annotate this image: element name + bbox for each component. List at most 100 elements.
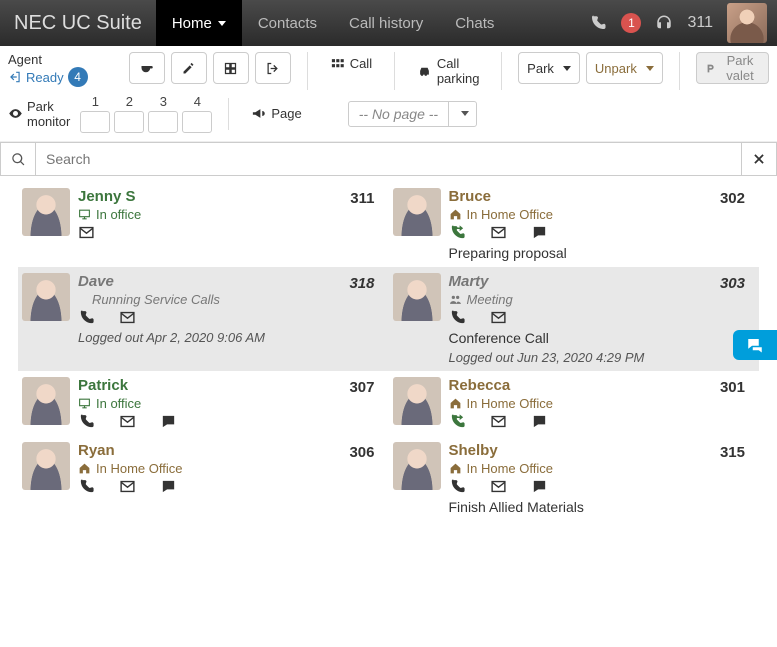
phone-green-icon[interactable] bbox=[449, 224, 466, 241]
contact-name: Ryan bbox=[78, 442, 385, 459]
presence-note: Running Service Calls bbox=[78, 292, 385, 307]
contact-card[interactable]: Dave Running Service Calls Logged out Apr … bbox=[18, 267, 389, 371]
user-avatar[interactable] bbox=[727, 3, 767, 43]
call-parking-label: Callparking bbox=[437, 56, 480, 86]
search-icon bbox=[11, 152, 26, 167]
phone-icon[interactable] bbox=[78, 413, 95, 430]
contact-name: Shelby bbox=[449, 442, 756, 459]
contact-card[interactable]: RebeccaIn Home Office301 bbox=[389, 371, 760, 436]
chat-icon[interactable] bbox=[531, 478, 548, 495]
presence: In office bbox=[78, 396, 385, 411]
phone-icon[interactable] bbox=[449, 478, 466, 495]
nav-contacts[interactable]: Contacts bbox=[242, 0, 333, 46]
park-button[interactable]: Park bbox=[518, 52, 580, 84]
envelope-icon[interactable] bbox=[78, 224, 95, 241]
unpark-button[interactable]: Unpark bbox=[586, 52, 663, 84]
phone-icon[interactable] bbox=[589, 14, 607, 32]
presence: In Home Office bbox=[78, 461, 385, 476]
contact-card[interactable]: RyanIn Home Office306 bbox=[18, 436, 389, 521]
contact-card[interactable]: MartyMeetingConference CallLogged out Ju… bbox=[389, 267, 760, 371]
contact-avatar bbox=[22, 273, 70, 321]
envelope-icon[interactable] bbox=[119, 413, 136, 430]
contact-ext: 307 bbox=[349, 379, 374, 396]
contact-name: Dave bbox=[78, 273, 385, 290]
park-slot-number: 3 bbox=[160, 94, 167, 109]
coffee-icon bbox=[139, 61, 154, 76]
agent-label: Agent bbox=[8, 52, 88, 67]
contact-ext: 311 bbox=[350, 190, 374, 207]
park-slot[interactable] bbox=[114, 111, 144, 133]
contact-card[interactable]: BruceIn Home OfficePreparing proposal302 bbox=[389, 182, 760, 267]
contact-avatar bbox=[393, 188, 441, 236]
nav-call-history[interactable]: Call history bbox=[333, 0, 439, 46]
call-parking-button[interactable]: Callparking bbox=[411, 52, 486, 90]
grid-button[interactable] bbox=[213, 52, 249, 84]
park-slot[interactable] bbox=[182, 111, 212, 133]
logout-icon bbox=[265, 61, 280, 76]
park-slot[interactable] bbox=[148, 111, 178, 133]
contact-note: Conference Call bbox=[449, 330, 756, 346]
park-slot[interactable] bbox=[80, 111, 110, 133]
chat-icon[interactable] bbox=[160, 413, 177, 430]
envelope-icon[interactable] bbox=[490, 224, 507, 241]
floating-chat-button[interactable] bbox=[733, 330, 777, 360]
agent-ready-count: 4 bbox=[68, 67, 88, 87]
x-icon bbox=[752, 152, 766, 166]
phone-icon[interactable] bbox=[78, 478, 95, 495]
contact-avatar bbox=[393, 377, 441, 425]
app-brand: NEC UC Suite bbox=[0, 12, 156, 35]
chat-icon[interactable] bbox=[531, 224, 548, 241]
page-select[interactable]: -- No page -- bbox=[348, 101, 477, 127]
envelope-icon[interactable] bbox=[490, 309, 507, 326]
contact-ext: 303 bbox=[720, 275, 745, 292]
contact-avatar bbox=[393, 442, 441, 490]
login-icon bbox=[8, 70, 22, 84]
megaphone-icon bbox=[251, 106, 266, 121]
park-valet-button[interactable]: Park valet bbox=[696, 52, 769, 84]
car-icon bbox=[417, 64, 432, 79]
contact-note: Finish Allied Materials bbox=[449, 499, 756, 515]
contact-logged-out: Logged out Apr 2, 2020 9:06 AM bbox=[78, 330, 385, 345]
chat-icon[interactable] bbox=[160, 478, 177, 495]
headset-icon[interactable] bbox=[655, 14, 673, 32]
contact-card[interactable]: Shelby In Home Office Finish Allied Materi… bbox=[389, 436, 760, 521]
envelope-icon[interactable] bbox=[119, 309, 136, 326]
chats-icon bbox=[746, 336, 764, 354]
envelope-icon[interactable] bbox=[490, 413, 507, 430]
contact-card[interactable]: Jenny S In office311 bbox=[18, 182, 389, 267]
break-button[interactable] bbox=[129, 52, 165, 84]
my-extension: 311 bbox=[687, 14, 713, 32]
chat-icon[interactable] bbox=[531, 413, 548, 430]
presence: In Home Office bbox=[449, 461, 756, 476]
edit-icon bbox=[181, 61, 196, 76]
contact-ext: 302 bbox=[720, 190, 745, 207]
contact-name: Marty bbox=[449, 273, 756, 290]
alerts-badge[interactable]: 1 bbox=[621, 13, 641, 33]
eye-icon bbox=[8, 106, 23, 121]
contact-card[interactable]: PatrickIn office307 bbox=[18, 371, 389, 436]
phone-icon[interactable] bbox=[449, 309, 466, 326]
contact-avatar bbox=[22, 188, 70, 236]
phone-green-icon[interactable] bbox=[449, 413, 466, 430]
envelope-icon[interactable] bbox=[490, 478, 507, 495]
agent-ready[interactable]: Ready 4 bbox=[8, 67, 88, 87]
call-button[interactable]: Call bbox=[324, 52, 378, 75]
contact-logged-out: Logged out Jun 23, 2020 4:29 PM bbox=[449, 350, 756, 365]
page-button[interactable]: Page bbox=[245, 102, 307, 125]
nav-home[interactable]: Home bbox=[156, 0, 242, 46]
nav-chats[interactable]: Chats bbox=[439, 0, 510, 46]
park-slot-number: 2 bbox=[126, 94, 133, 109]
contact-note: Preparing proposal bbox=[449, 245, 756, 261]
edit-button[interactable] bbox=[171, 52, 207, 84]
contact-name: Jenny S bbox=[78, 188, 385, 205]
caret-icon bbox=[218, 21, 226, 26]
search-input[interactable] bbox=[36, 142, 741, 176]
phone-icon[interactable] bbox=[78, 309, 95, 326]
envelope-icon[interactable] bbox=[119, 478, 136, 495]
logout-button[interactable] bbox=[255, 52, 291, 84]
grid-icon bbox=[223, 61, 238, 76]
search-clear[interactable] bbox=[741, 142, 777, 176]
presence: In Home Office bbox=[449, 207, 756, 222]
presence: In office bbox=[78, 207, 385, 222]
contact-avatar bbox=[393, 273, 441, 321]
